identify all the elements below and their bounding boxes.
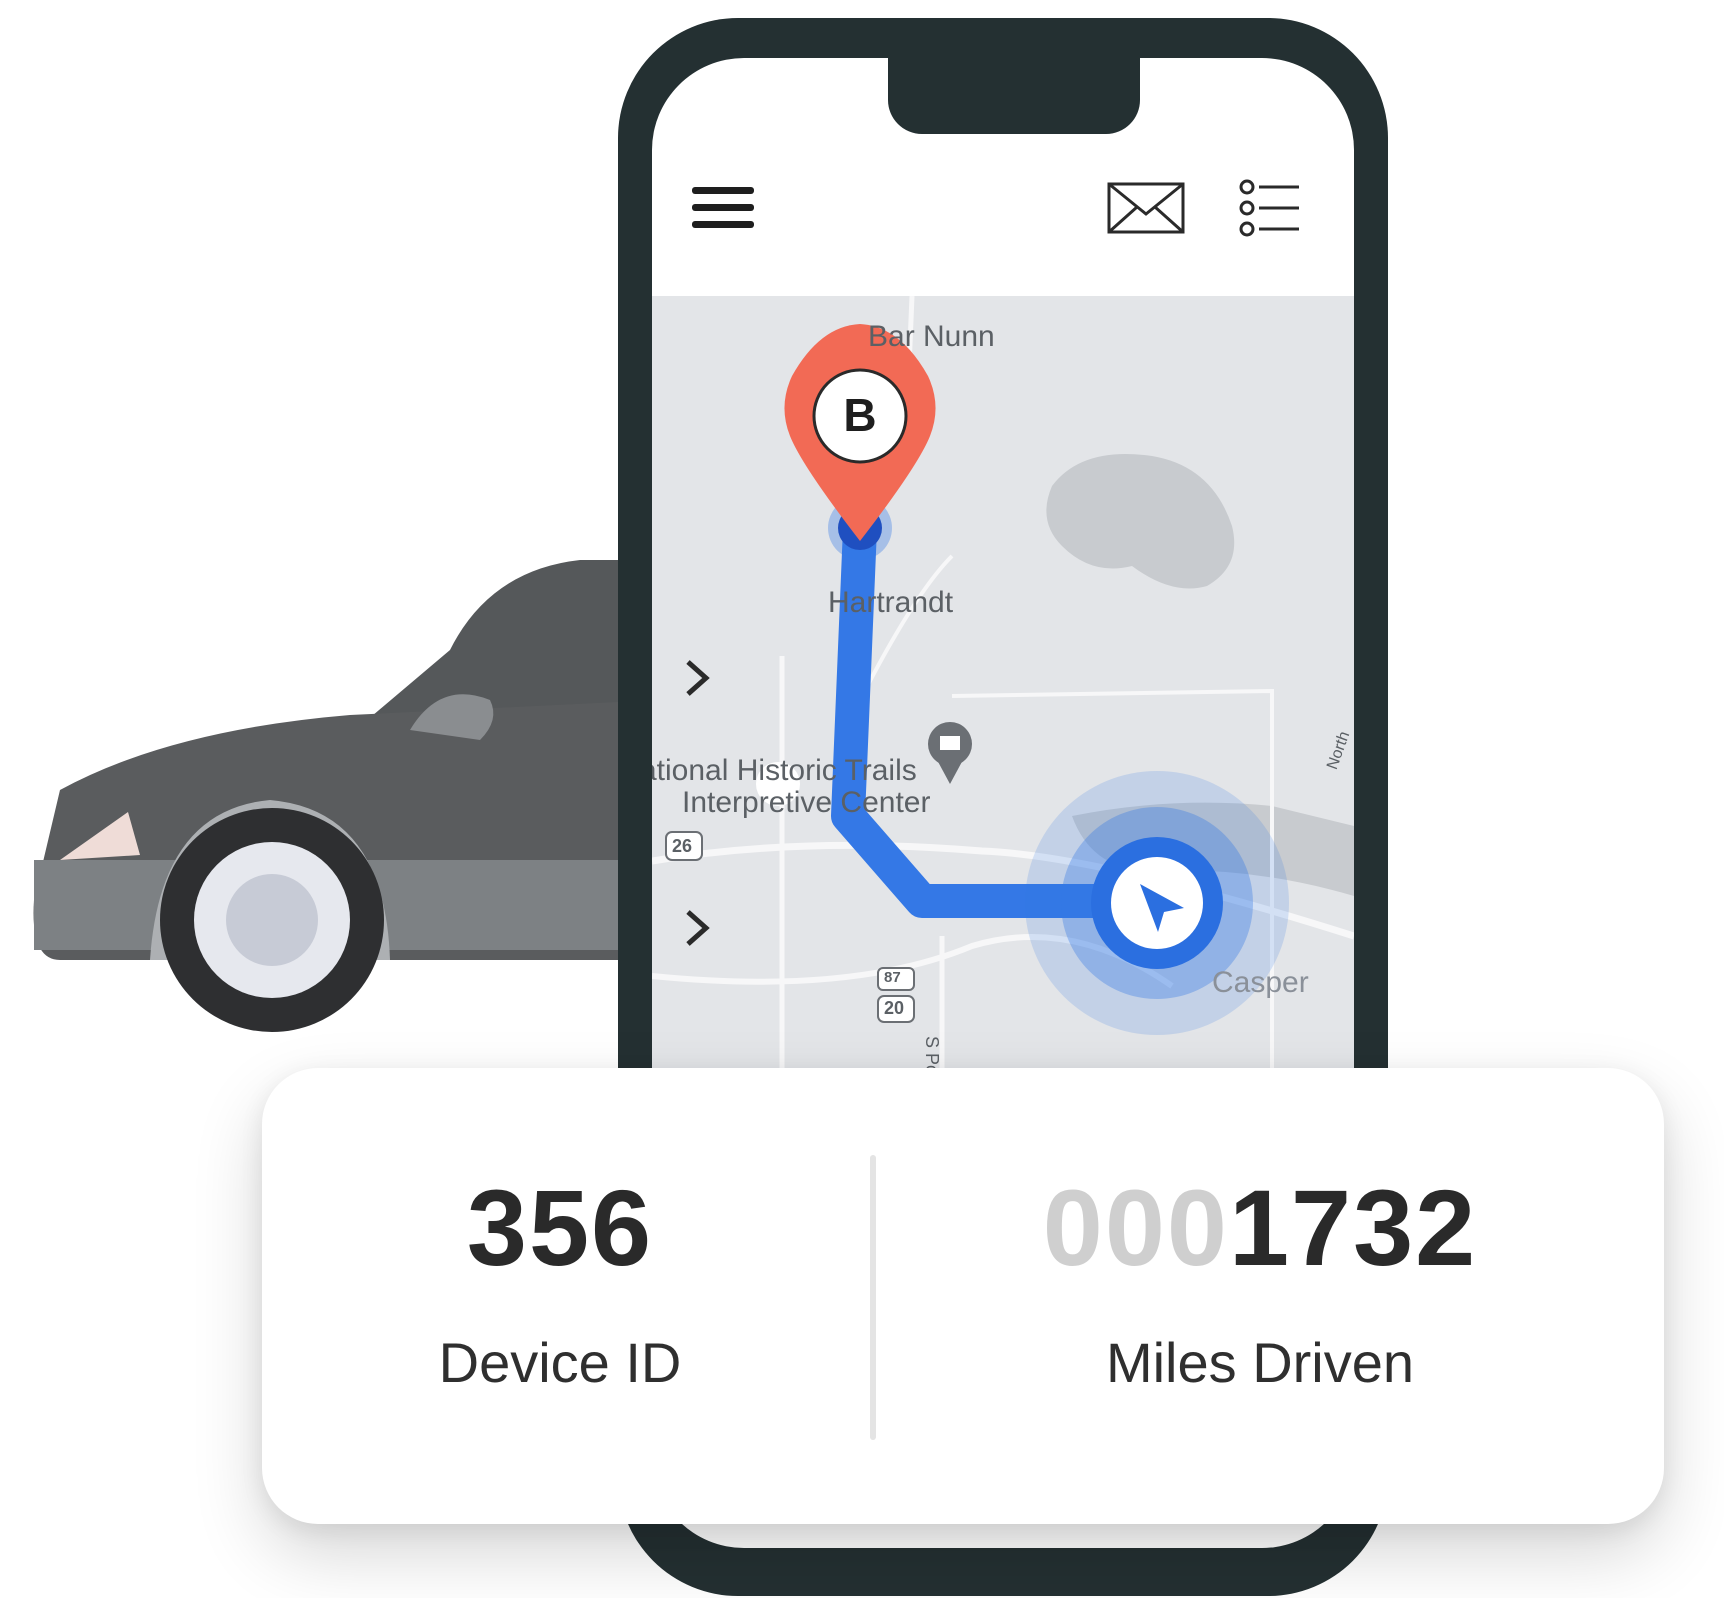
map-label-hartrandt: Hartrandt <box>828 586 954 619</box>
miles-driven-value: 0001732 <box>1030 1165 1490 1290</box>
device-id-value: 356 <box>466 1167 654 1288</box>
museum-icon-glyph <box>940 736 960 750</box>
chevron-right-icon <box>686 660 710 696</box>
museum-icon-tail <box>936 758 964 784</box>
miles-significant-digits: 1732 <box>1228 1167 1478 1288</box>
highway-26-label: 26 <box>672 836 693 856</box>
highway-20-label: 20 <box>884 998 905 1018</box>
highway-87-label: 87 <box>884 969 901 986</box>
stats-card <box>262 1068 1664 1524</box>
map-label-poi-line1: ational Historic Trails <box>652 754 917 787</box>
stats-divider <box>870 1155 876 1440</box>
phone-notch <box>888 58 1140 134</box>
messages-button[interactable] <box>1104 178 1188 238</box>
list-icon <box>1239 179 1299 237</box>
map-label-bar-nunn: Bar Nunn <box>868 320 995 353</box>
hamburger-menu-icon <box>692 187 754 228</box>
car-illustration <box>33 560 660 1032</box>
map-view[interactable]: B Bar Nunn Hartrandt ational Historic Tr… <box>652 296 1354 1076</box>
car-wheel-hub <box>226 874 318 966</box>
list-view-button[interactable] <box>1234 172 1306 244</box>
destination-marker-letter: B <box>843 389 877 441</box>
map-label-poi-line2: Interpretive Center <box>682 786 931 819</box>
map-label-casper: Casper <box>1212 966 1309 999</box>
map-lake <box>1046 454 1235 589</box>
chevron-right-icon <box>686 910 710 946</box>
miles-driven-label: Miles Driven <box>1105 1331 1415 1394</box>
menu-button[interactable] <box>688 178 758 238</box>
device-id-label: Device ID <box>438 1331 682 1394</box>
miles-leading-zeros: 000 <box>1042 1167 1229 1288</box>
map-graphics <box>652 296 1354 1076</box>
envelope-icon <box>1107 182 1185 234</box>
